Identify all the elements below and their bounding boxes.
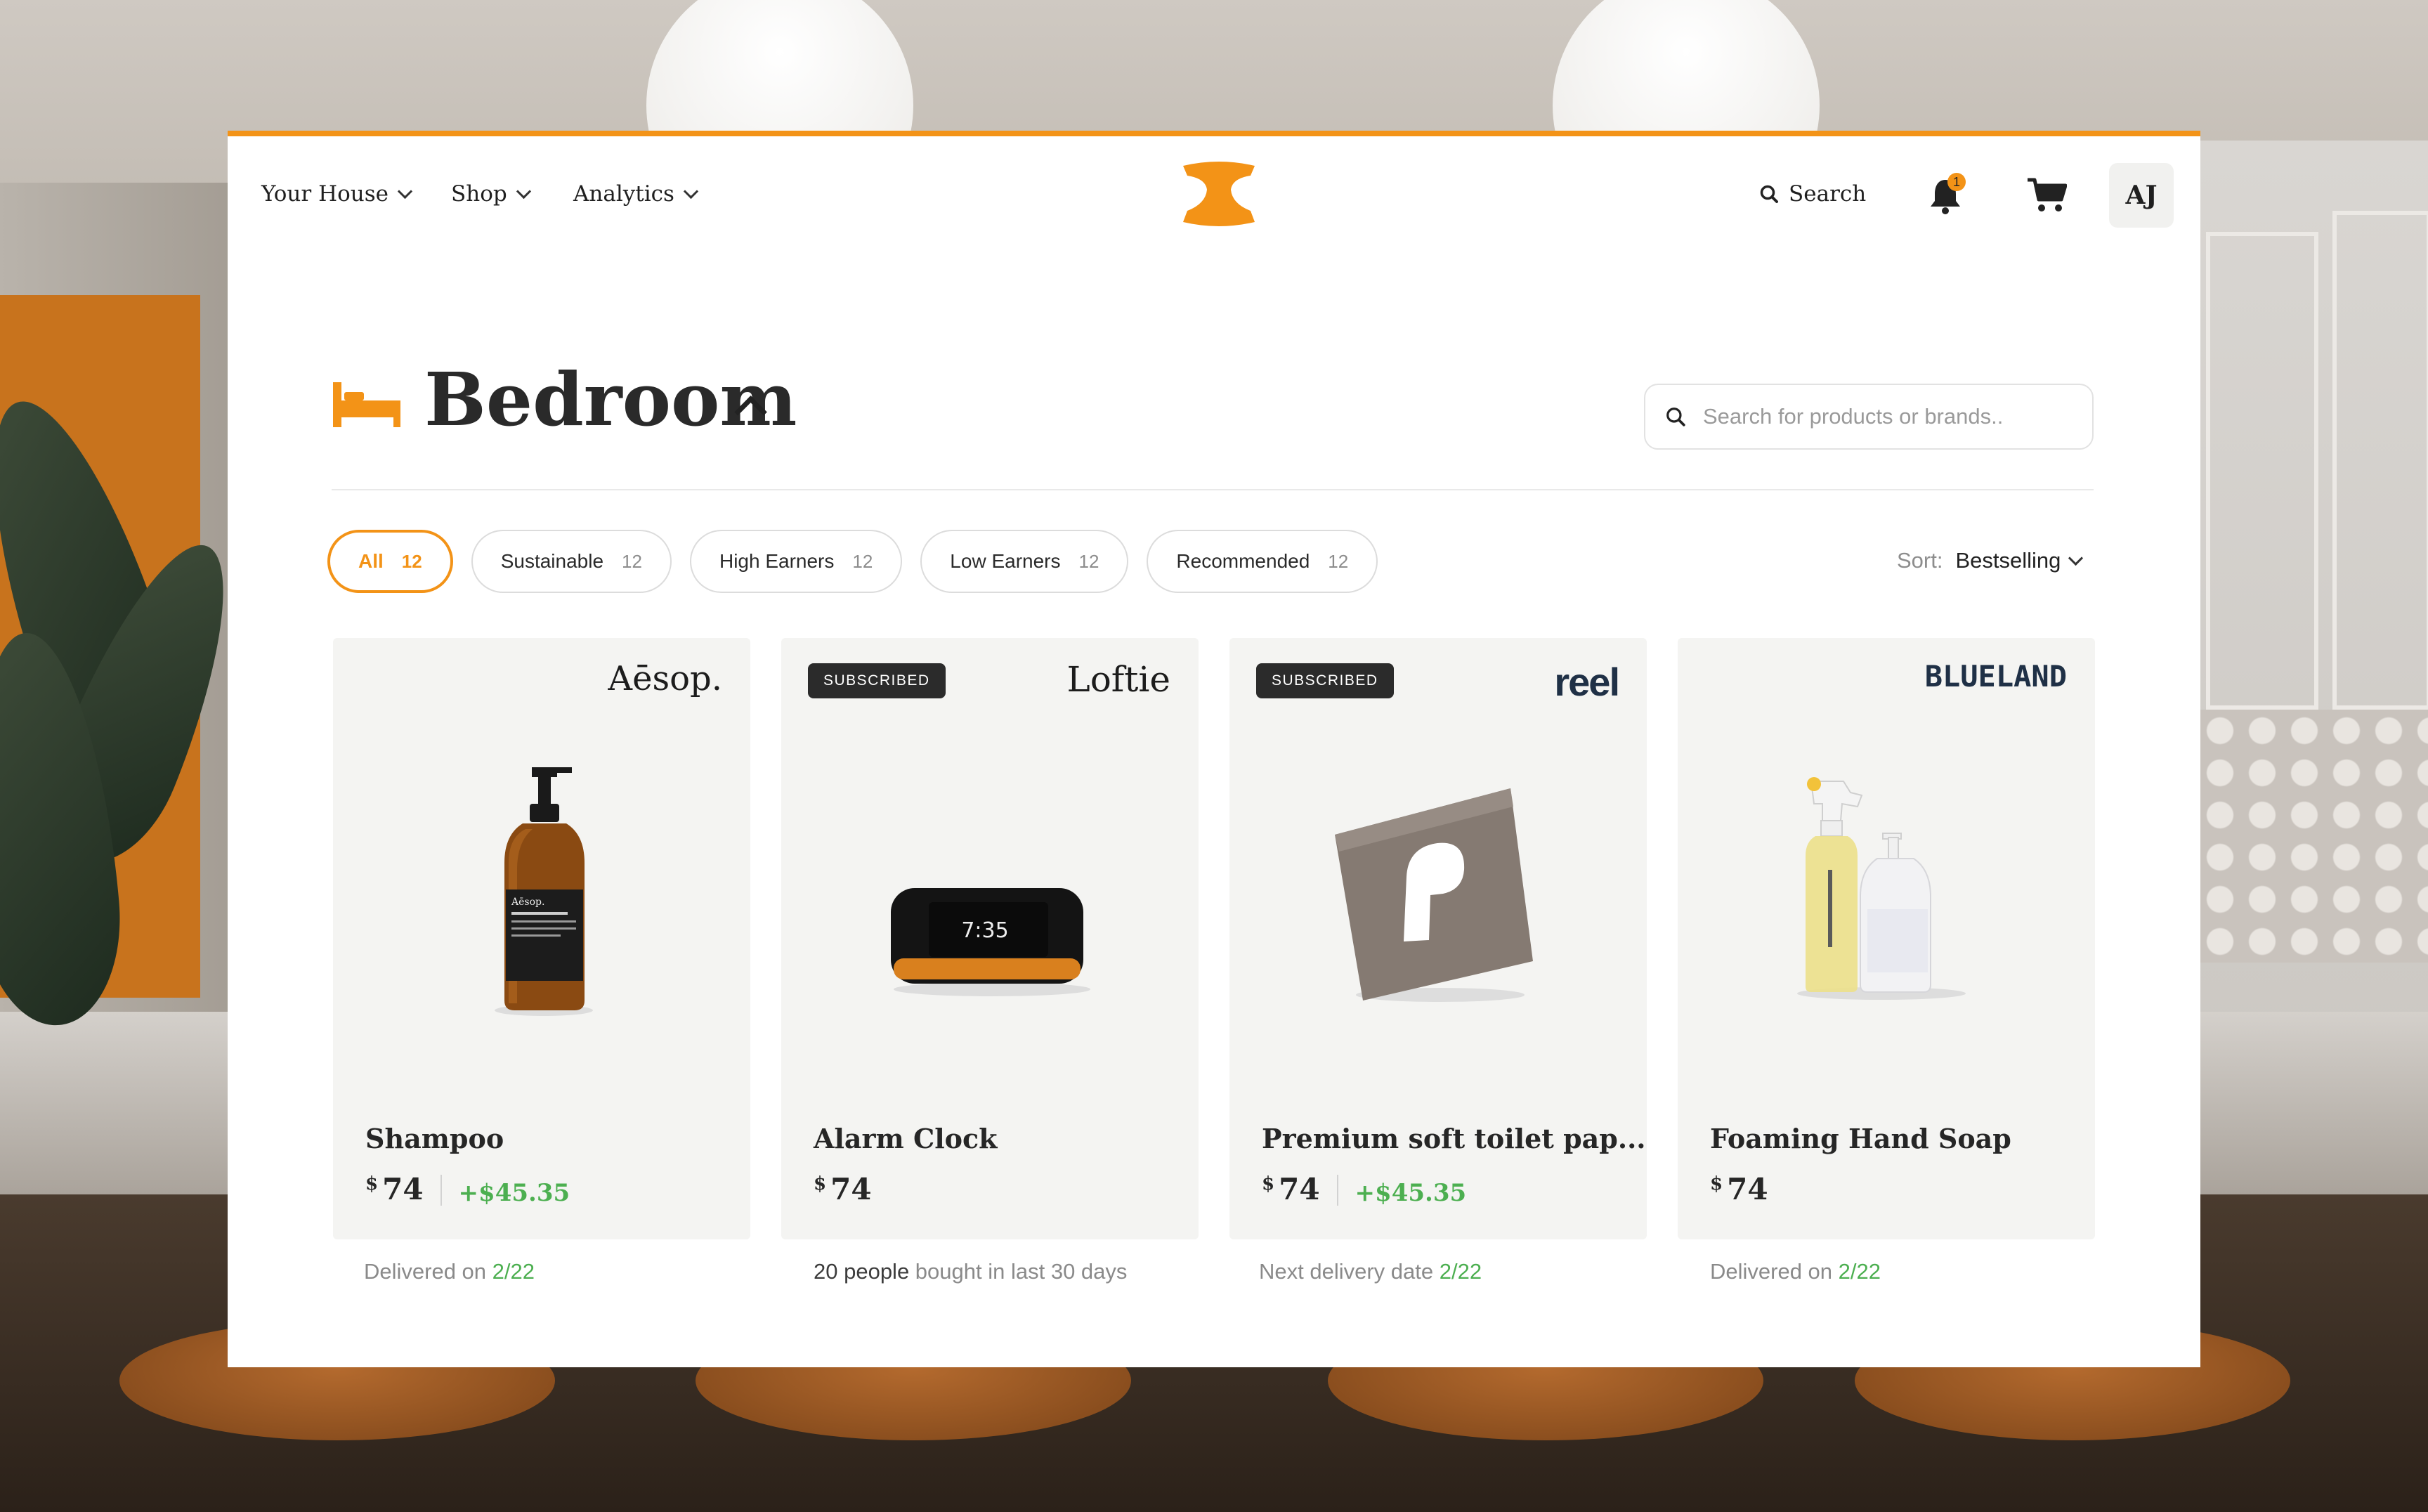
filter-chip-high-earners[interactable]: High Earners 12: [689, 530, 903, 593]
chevron-down-icon: [683, 183, 699, 199]
cabinet: [2206, 232, 2318, 710]
avatar[interactable]: AJ: [2109, 163, 2174, 228]
nav-label: Analytics: [573, 181, 674, 207]
top-nav: Your House Shop Analytics Search 1 AJ: [228, 136, 2200, 256]
note-date: 2/22: [1838, 1259, 1881, 1284]
brand-logo: reel: [1554, 660, 1620, 704]
chip-label: Recommended: [1176, 550, 1310, 572]
product-search-input[interactable]: [1702, 403, 2070, 430]
filter-chip-all[interactable]: All 12: [327, 530, 453, 593]
product-grid: Aēsop. Aēsop. Shampoo $ 74 +$45.35 SUBSC…: [333, 638, 2095, 1284]
search-icon: [1666, 408, 1685, 426]
product-name: Shampoo: [365, 1123, 504, 1154]
chip-label: Low Earners: [950, 550, 1061, 572]
price-divider: [440, 1175, 442, 1206]
hand-soap-image: [1797, 777, 1966, 1000]
note-text: Next delivery date: [1259, 1259, 1440, 1284]
nav-your-house[interactable]: Your House: [261, 181, 413, 207]
bed-icon: [333, 382, 400, 427]
logo-icon[interactable]: [1180, 162, 1258, 226]
delivery-note: Delivered on 2/22: [364, 1259, 535, 1284]
product-price: $ 74: [1710, 1172, 1768, 1206]
popularity-note: 20 people bought in last 30 days: [814, 1259, 1127, 1284]
product-name: Foaming Hand Soap: [1710, 1123, 2011, 1154]
filter-chips: All 12 Sustainable 12 High Earners 12 Lo…: [327, 530, 1378, 593]
price-currency: $: [1262, 1173, 1275, 1194]
page-title: Bedroom: [424, 356, 797, 443]
sort-value: Bestselling: [1955, 548, 2061, 573]
app-window: Your House Shop Analytics Search 1 AJ Be…: [228, 131, 2200, 1367]
product-search-field: [1644, 384, 2094, 450]
nav-shop[interactable]: Shop: [451, 181, 531, 207]
chip-count: 12: [852, 550, 873, 572]
product-price: $ 74 +$45.35: [1262, 1172, 1466, 1207]
svg-text:Aēsop.: Aēsop.: [511, 897, 544, 908]
price-amount: 74: [1279, 1172, 1320, 1206]
price-currency: $: [1710, 1173, 1723, 1194]
chip-label: All: [358, 550, 384, 572]
chevron-down-icon: [2068, 550, 2084, 566]
toilet-paper-image: [1335, 788, 1533, 1002]
shampoo-bottle-image: Aēsop.: [495, 767, 593, 1016]
chip-count: 12: [622, 550, 642, 572]
note-date: 2/22: [1439, 1259, 1482, 1284]
note-text: Delivered on: [1710, 1259, 1839, 1284]
product-name: Alarm Clock: [814, 1123, 998, 1154]
cabinet: [2332, 211, 2428, 710]
product-card-shampoo[interactable]: Aēsop. Aēsop. Shampoo $ 74 +$45.35: [333, 638, 750, 1239]
note-text: Delivered on: [364, 1259, 492, 1284]
product-card-hand-soap[interactable]: BLUELAND Foaming Hand Soap $ 74: [1678, 638, 2095, 1239]
brand-logo: BLUELAND: [1924, 659, 2067, 693]
nav-search-button[interactable]: Search: [1759, 181, 1866, 207]
price-currency: $: [365, 1173, 379, 1194]
notification-badge: 1: [1947, 173, 1966, 191]
chip-count: 12: [401, 550, 422, 572]
chevron-down-icon: [397, 183, 413, 199]
product-card-alarm-clock[interactable]: SUBSCRIBED Loftie 7:35 Alarm Clock $ 74: [781, 638, 1199, 1239]
brand-logo: Loftie: [1066, 659, 1171, 700]
product-price: $ 74: [814, 1172, 872, 1206]
price-gain: +$45.35: [458, 1179, 570, 1207]
sort-dropdown[interactable]: Bestselling: [1955, 548, 2084, 573]
filter-chip-low-earners[interactable]: Low Earners 12: [920, 530, 1129, 593]
price-gain: +$45.35: [1355, 1179, 1467, 1207]
price-amount: 74: [382, 1172, 424, 1206]
nav-analytics[interactable]: Analytics: [573, 181, 699, 207]
chip-count: 12: [1078, 550, 1099, 572]
chevron-down-icon: [516, 183, 531, 199]
price-divider: [1336, 1175, 1338, 1206]
price-currency: $: [814, 1173, 827, 1194]
chip-label: Sustainable: [500, 550, 604, 572]
product-name: Premium soft toilet pap...: [1262, 1123, 1646, 1154]
alarm-clock-image: 7:35: [891, 888, 1090, 996]
nav-label: Shop: [451, 181, 507, 207]
price-amount: 74: [830, 1172, 872, 1206]
next-delivery-note: Next delivery date 2/22: [1259, 1259, 1482, 1284]
filter-chip-recommended[interactable]: Recommended 12: [1147, 530, 1378, 593]
subscribed-badge: SUBSCRIBED: [1256, 663, 1394, 698]
nav-search-label: Search: [1789, 181, 1867, 207]
divider: [332, 489, 2094, 490]
chip-count: 12: [1328, 550, 1349, 572]
search-icon: [1760, 185, 1778, 203]
note-date: 2/22: [492, 1259, 535, 1284]
price-amount: 74: [1727, 1172, 1768, 1206]
cart-icon[interactable]: [2026, 177, 2067, 214]
chip-label: High Earners: [719, 550, 835, 572]
product-price: $ 74 +$45.35: [365, 1172, 570, 1207]
delivery-note: Delivered on 2/22: [1710, 1259, 1881, 1284]
subscribed-badge: SUBSCRIBED: [808, 663, 946, 698]
product-card-toilet-paper[interactable]: SUBSCRIBED reel Premium soft toilet pap.…: [1229, 638, 1647, 1239]
note-count: 20 people: [814, 1259, 910, 1284]
note-text: bought in last 30 days: [909, 1259, 1128, 1284]
sort-label: Sort:: [1897, 548, 1943, 573]
brand-logo: Aēsop.: [608, 659, 722, 698]
nav-label: Your House: [261, 181, 389, 207]
clock-time: 7:35: [961, 918, 1008, 943]
filter-chip-sustainable[interactable]: Sustainable 12: [471, 530, 672, 593]
sort-control: Sort: Bestselling: [1897, 548, 2084, 573]
hexagon-backsplash: [2199, 710, 2428, 963]
